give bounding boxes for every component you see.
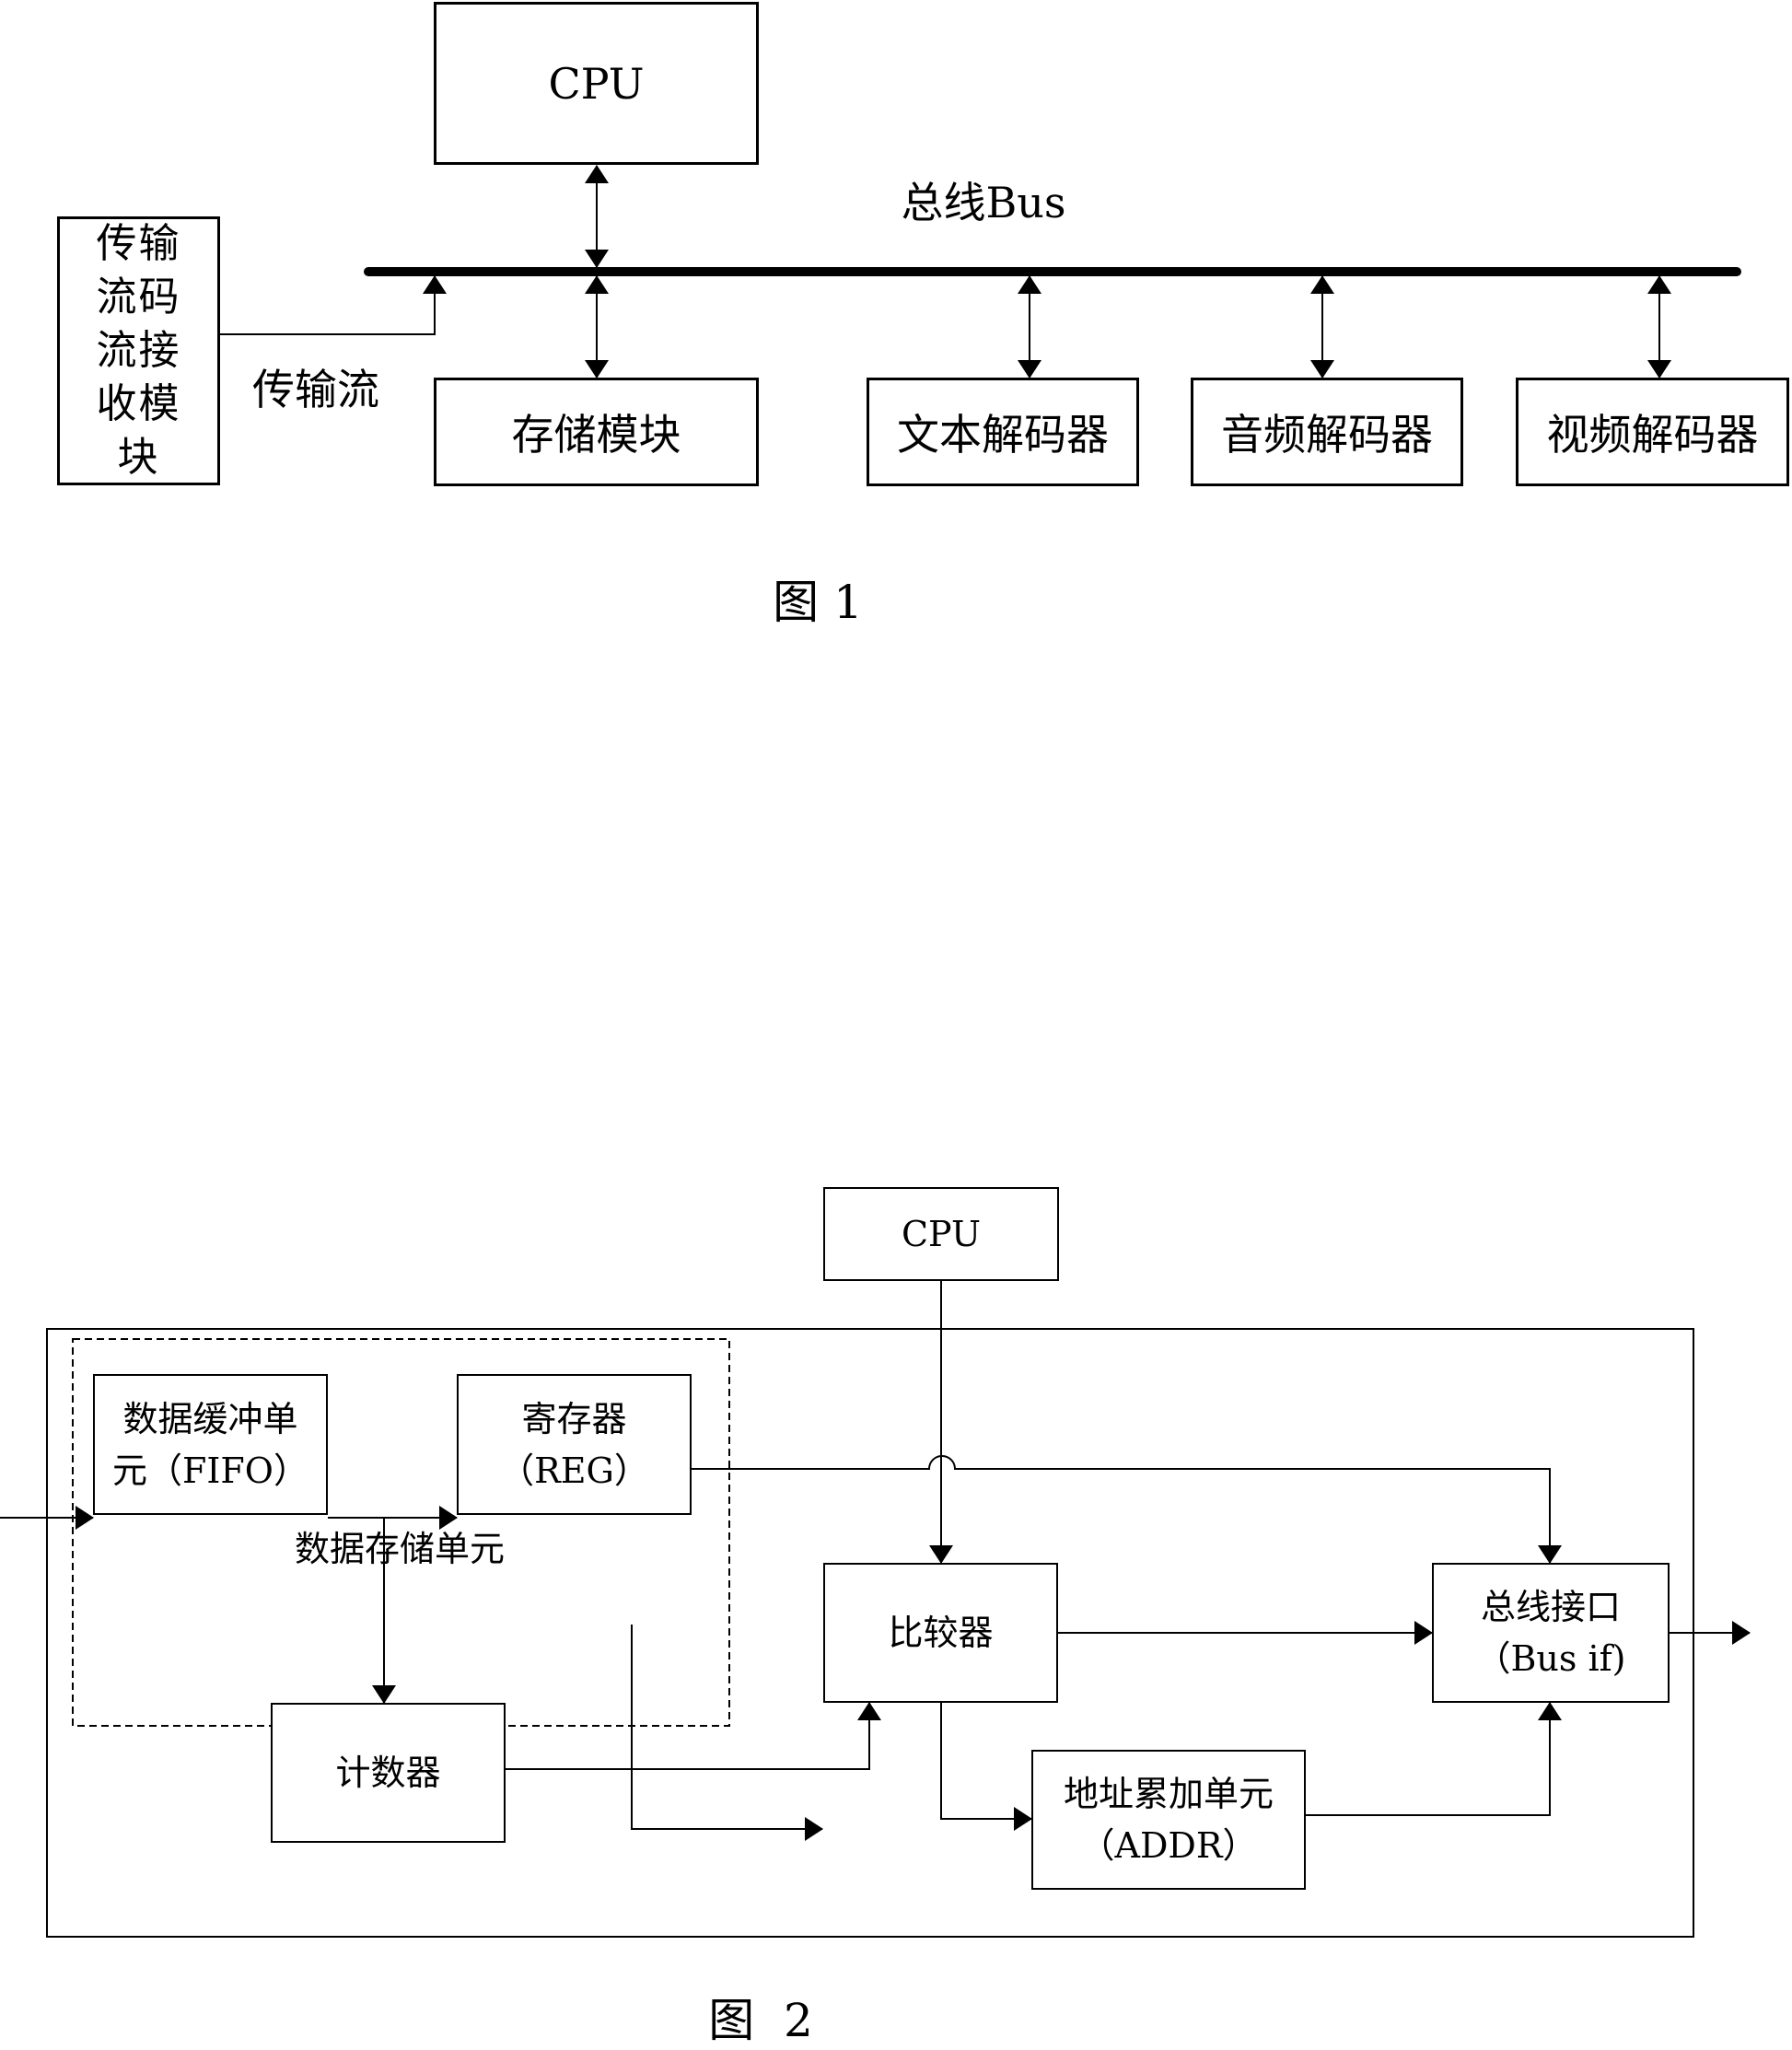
audio-decoder-label: 音频解码器 [1221, 410, 1433, 460]
audio-decoder-block: 音频解码器 [1191, 378, 1463, 486]
reg-busif-connector [692, 1455, 1562, 1564]
address-accumulator-block: 地址累加单元 （ADDR） [1031, 1750, 1306, 1890]
counter-block: 计数器 [271, 1703, 506, 1843]
comparator-block: 比较器 [823, 1563, 1058, 1703]
reg-label-line1: 寄存器 [521, 1398, 627, 1439]
comparator-addr-connector [940, 1703, 1032, 1831]
bus-interface-block: 总线接口 （Bus if) [1432, 1563, 1670, 1703]
transport-stream-label: 传输流 [252, 365, 379, 414]
fifo-label-line2: 元（FIFO） [112, 1450, 308, 1491]
data-storage-unit-label: 数据存储单元 [294, 1529, 506, 1569]
addr-busif-connector [1306, 1702, 1562, 1816]
busif-label-line2: （Bus if) [1475, 1638, 1626, 1679]
stream-connector [220, 275, 447, 335]
cpu-block-fig2: CPU [823, 1187, 1059, 1281]
reg-block: 寄存器 （REG） [457, 1374, 692, 1515]
figure1-caption: 图 1 [773, 576, 863, 629]
video-decoder-block: 视频解码器 [1516, 378, 1789, 486]
storage-module-label: 存储模块 [511, 410, 681, 460]
addr-label-line1: 地址累加单元 [1063, 1774, 1274, 1814]
figure2-caption: 图 2 [708, 1994, 813, 2047]
cpu-block: CPU [434, 2, 759, 165]
counter-comparator-connector [506, 1702, 881, 1770]
cpu-label: CPU [548, 58, 645, 109]
text-decoder-block: 文本解码器 [867, 378, 1139, 486]
video-decoder-label: 视频解码器 [1546, 410, 1759, 460]
ts-receiver-block: 传输流码流接收模块 [57, 216, 220, 485]
bus-label: 总线Bus [901, 178, 1066, 227]
counter-label: 计数器 [335, 1753, 441, 1793]
connector-layer [0, 165, 1751, 1938]
text-decoder-label: 文本解码器 [897, 410, 1109, 460]
busif-label-line1: 总线接口 [1480, 1587, 1621, 1627]
reg-label-line2: （REG） [499, 1450, 649, 1491]
comparator-label: 比较器 [888, 1613, 994, 1653]
cpu-label-fig2: CPU [901, 1214, 981, 1254]
addr-label-line2: （ADDR） [1079, 1825, 1258, 1866]
fifo-label-line1: 数据缓冲单 [122, 1398, 298, 1439]
fifo-block: 数据缓冲单 元（FIFO） [93, 1374, 328, 1515]
storage-module-block: 存储模块 [434, 378, 759, 486]
ts-receiver-label: 传输流码流接收模块 [96, 220, 181, 481]
